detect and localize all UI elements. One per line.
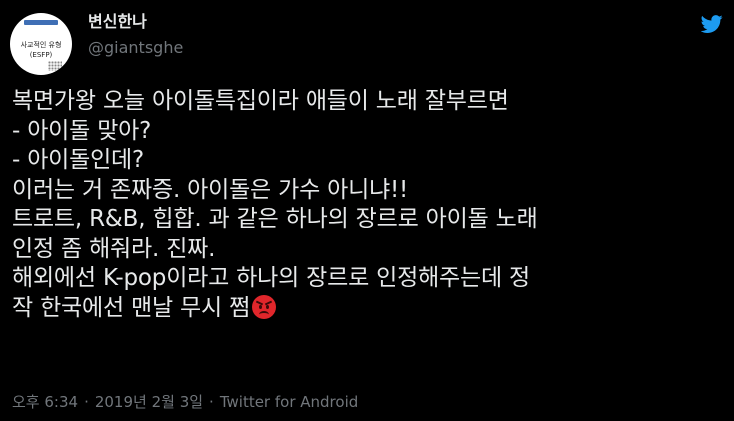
meta-separator: · <box>209 393 214 411</box>
tweet-date[interactable]: 2019년 2월 3일 <box>95 393 203 411</box>
tweet-line: 이러는 거 존짜증. 아이돌은 가수 아니냐!! <box>12 176 409 203</box>
twitter-bird-icon[interactable] <box>701 13 723 35</box>
tweet-meta: 오후 6:34 · 2019년 2월 3일 · Twitter for Android <box>12 392 358 412</box>
avatar-banner-stripe <box>24 20 58 25</box>
tweet-line-text: 작 한국에선 맨날 무시 쩜 <box>12 294 251 321</box>
tweet-line: 트로트, R&B, 힙합. 과 같은 하나의 장르로 아이돌 노래 <box>12 206 538 232</box>
tweet-line: - 아이돌인데? <box>12 147 145 173</box>
tweet-line-last: 작 한국에선 맨날 무시 쩜 <box>12 294 724 324</box>
avatar[interactable]: 사교적인 유형 (ESFP) <box>10 13 72 75</box>
tweet-line: 해외에선 K-pop이라고 하나의 장르로 인정해주는데 정 <box>12 265 530 291</box>
tweet-card: 사교적인 유형 (ESFP) 변신한나 @giantsghe 복면가왕 오늘 아… <box>0 0 734 421</box>
angry-face-emoji <box>252 294 277 319</box>
avatar-text-line2: (ESFP) <box>29 51 53 59</box>
tweet-line: - 아이돌 맞아? <box>12 117 152 144</box>
tweet-source[interactable]: Twitter for Android <box>220 393 358 411</box>
tweet-time[interactable]: 오후 6:34 <box>12 393 78 411</box>
user-handle[interactable]: @giantsghe <box>88 38 183 58</box>
tweet-body: 복면가왕 오늘 아이돌특집이라 애들이 노래 잘부르면 - 아이돌 맞아? - … <box>12 87 724 323</box>
tweet-line: 복면가왕 오늘 아이돌특집이라 애들이 노래 잘부르면 <box>12 88 509 114</box>
meta-separator: · <box>84 393 89 411</box>
avatar-dot-pattern <box>48 61 62 71</box>
tweet-line: 인정 좀 해줘라. 진짜. <box>12 235 216 262</box>
display-name[interactable]: 변신한나 <box>88 12 147 32</box>
avatar-text-line1: 사교적인 유형 <box>20 41 62 49</box>
